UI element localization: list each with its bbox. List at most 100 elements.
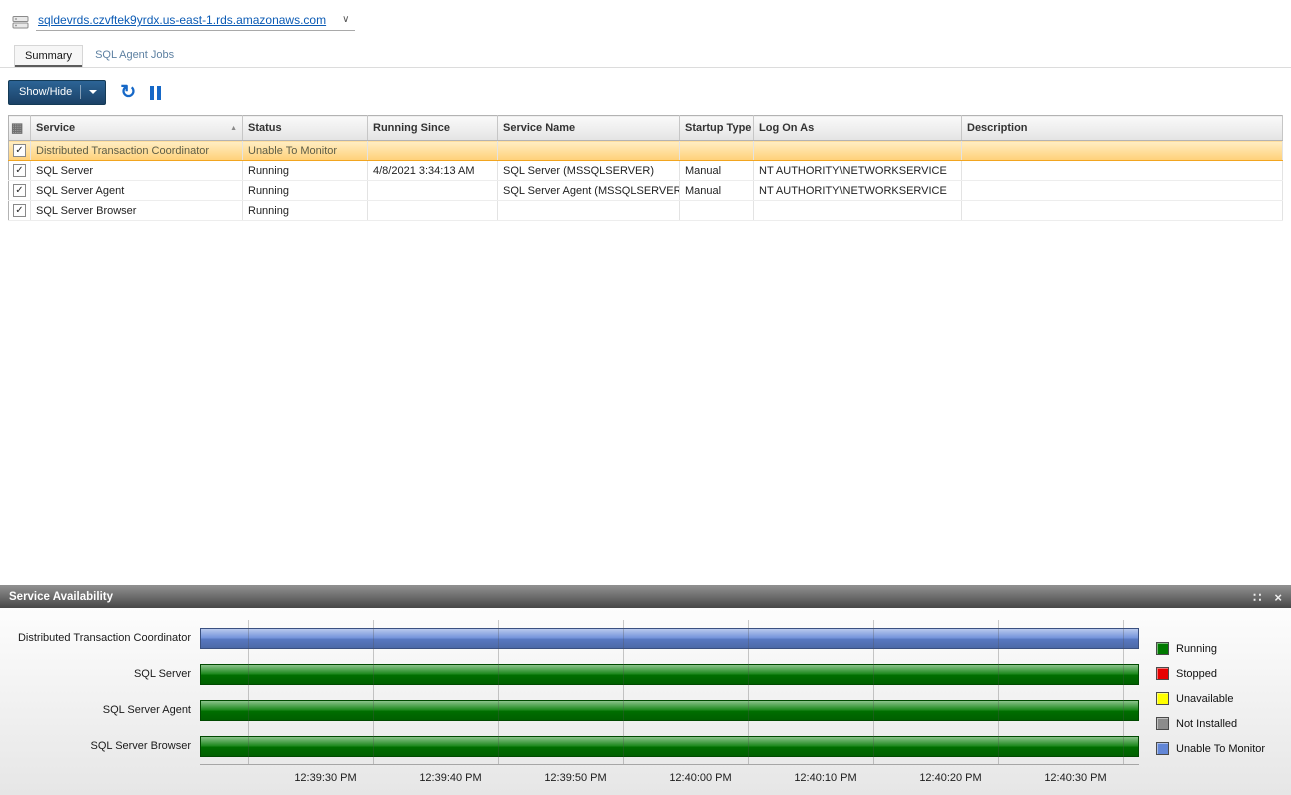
select-column-header[interactable]: ▦	[8, 115, 31, 141]
server-name-link[interactable]: sqldevrds.czvftek9yrdx.us-east-1.rds.ama…	[38, 13, 326, 27]
cell-startup-type	[679, 140, 754, 161]
column-header-log-on-as[interactable]: Log On As	[753, 115, 962, 141]
column-header-status[interactable]: Status	[242, 115, 368, 141]
column-label: Log On As	[759, 122, 815, 134]
app-window: sqldevrds.czvftek9yrdx.us-east-1.rds.ama…	[0, 0, 1291, 795]
cell-startup-type: Manual	[679, 160, 754, 181]
panel-header: Service Availability ∷ ×	[0, 586, 1291, 608]
legend-swatch	[1156, 742, 1169, 755]
services-table: ▦ ▲ Service Status Running Since Service …	[8, 115, 1283, 221]
cell-service-name	[497, 200, 680, 221]
refresh-icon[interactable]: ↻	[120, 83, 136, 102]
cell-log-on-as	[753, 200, 962, 221]
legend-swatch	[1156, 642, 1169, 655]
axis-tick-label: 12:39:40 PM	[419, 772, 482, 784]
tab-label: SQL Agent Jobs	[95, 49, 175, 61]
axis-tick-label: 12:39:30 PM	[294, 772, 357, 784]
check-icon: ✓	[15, 164, 24, 176]
legend-label: Stopped	[1176, 667, 1217, 680]
tab-label: Summary	[25, 50, 73, 62]
chart-category-label: SQL Server	[133, 668, 191, 680]
cell-service-name: SQL Server Agent (MSSQLSERVER)	[497, 180, 680, 201]
panel-title: Service Availability	[9, 591, 113, 603]
availability-bar	[200, 627, 1139, 649]
availability-bar	[200, 663, 1139, 685]
axis-tick-label: 12:40:00 PM	[669, 772, 732, 784]
row-checkbox[interactable]: ✓	[13, 144, 26, 158]
table-row[interactable]: ✓ SQL Server Browser Running	[8, 200, 1283, 221]
legend-label: Not Installed	[1176, 717, 1238, 730]
cell-service: Distributed Transaction Coordinator	[30, 140, 243, 161]
legend-swatch	[1156, 692, 1169, 705]
cell-status: Running	[242, 160, 368, 181]
availability-bar	[200, 699, 1139, 721]
cell-running-since	[367, 180, 498, 201]
cell-startup-type: Manual	[679, 180, 754, 201]
cell-log-on-as	[753, 140, 962, 161]
column-header-running-since[interactable]: Running Since	[367, 115, 498, 141]
cell-log-on-as: NT AUTHORITY\NETWORKSERVICE	[753, 160, 962, 181]
chevron-down-icon[interactable]: ∨	[342, 15, 349, 25]
button-separator	[80, 85, 82, 99]
column-header-service[interactable]: ▲ Service	[30, 115, 243, 141]
axis-tick-label: 12:40:10 PM	[794, 772, 857, 784]
close-icon[interactable]: ×	[1274, 591, 1282, 604]
legend-label: Running	[1176, 642, 1217, 655]
row-checkbox[interactable]: ✓	[13, 184, 26, 198]
server-selector-bar: sqldevrds.czvftek9yrdx.us-east-1.rds.ama…	[0, 0, 1291, 33]
cell-startup-type	[679, 200, 754, 221]
legend-item: Running	[1156, 642, 1291, 655]
column-label: Status	[248, 122, 282, 134]
column-label: Description	[967, 122, 1028, 134]
axis-tick-label: 12:40:30 PM	[1044, 772, 1107, 784]
availability-bar	[200, 735, 1139, 757]
tab-strip: Summary SQL Agent Jobs	[0, 45, 1291, 68]
legend-label: Unavailable	[1176, 692, 1234, 705]
legend-label: Unable To Monitor	[1176, 742, 1266, 755]
row-checkbox[interactable]: ✓	[13, 204, 26, 218]
check-icon: ✓	[15, 184, 24, 196]
column-label: Service	[36, 122, 76, 134]
chart-category-labels: Distributed Transaction Coordinator SQL …	[0, 620, 200, 765]
chevron-down-icon	[89, 90, 98, 94]
column-label: Startup Type	[685, 122, 752, 134]
column-header-description[interactable]: Description	[961, 115, 1283, 141]
legend-swatch	[1156, 667, 1169, 680]
row-checkbox[interactable]: ✓	[13, 164, 26, 178]
tab-summary[interactable]: Summary	[14, 45, 84, 67]
sort-ascending-icon: ▲	[230, 125, 237, 132]
table-header-row: ▦ ▲ Service Status Running Since Service …	[8, 115, 1283, 141]
grid-icon: ▦	[11, 120, 24, 135]
chart-category-label: Distributed Transaction Coordinator	[17, 632, 191, 644]
check-icon: ✓	[15, 204, 24, 216]
cell-description	[961, 160, 1283, 181]
column-header-service-name[interactable]: Service Name	[497, 115, 680, 141]
show-hide-label: Show/Hide	[19, 86, 73, 98]
cell-running-since: 4/8/2021 3:34:13 AM	[367, 160, 498, 181]
legend-item: Unable To Monitor	[1156, 742, 1291, 755]
server-selector[interactable]: sqldevrds.czvftek9yrdx.us-east-1.rds.ama…	[36, 13, 356, 31]
chart-category-label: SQL Server Browser	[90, 740, 191, 752]
table-row[interactable]: ✓ Distributed Transaction Coordinator Un…	[8, 140, 1283, 161]
chart-x-axis: 12:39:30 PM 12:39:40 PM 12:39:50 PM 12:4…	[0, 765, 1291, 795]
cell-status: Unable To Monitor	[242, 140, 368, 161]
cell-service: SQL Server Agent	[30, 180, 243, 201]
chart-category-label: SQL Server Agent	[102, 704, 191, 716]
show-hide-button[interactable]: Show/Hide	[8, 80, 107, 105]
cell-service-name: SQL Server (MSSQLSERVER)	[497, 160, 680, 181]
column-label: Running Since	[373, 122, 450, 134]
legend-item: Not Installed	[1156, 717, 1291, 730]
table-row[interactable]: ✓ SQL Server Running 4/8/2021 3:34:13 AM…	[8, 160, 1283, 181]
toolbar: Show/Hide ↻	[0, 68, 1291, 113]
check-icon: ✓	[15, 144, 24, 156]
tab-sql-agent-jobs[interactable]: SQL Agent Jobs	[85, 45, 184, 67]
pause-icon[interactable]	[150, 85, 162, 100]
server-icon	[12, 15, 29, 30]
column-label: Service Name	[503, 122, 576, 134]
cell-service-name	[497, 140, 680, 161]
dock-icon[interactable]: ∷	[1253, 591, 1261, 604]
content-spacer	[0, 221, 1291, 585]
table-row[interactable]: ✓ SQL Server Agent Running SQL Server Ag…	[8, 180, 1283, 201]
axis-tick-label: 12:39:50 PM	[544, 772, 607, 784]
column-header-startup-type[interactable]: Startup Type	[679, 115, 754, 141]
